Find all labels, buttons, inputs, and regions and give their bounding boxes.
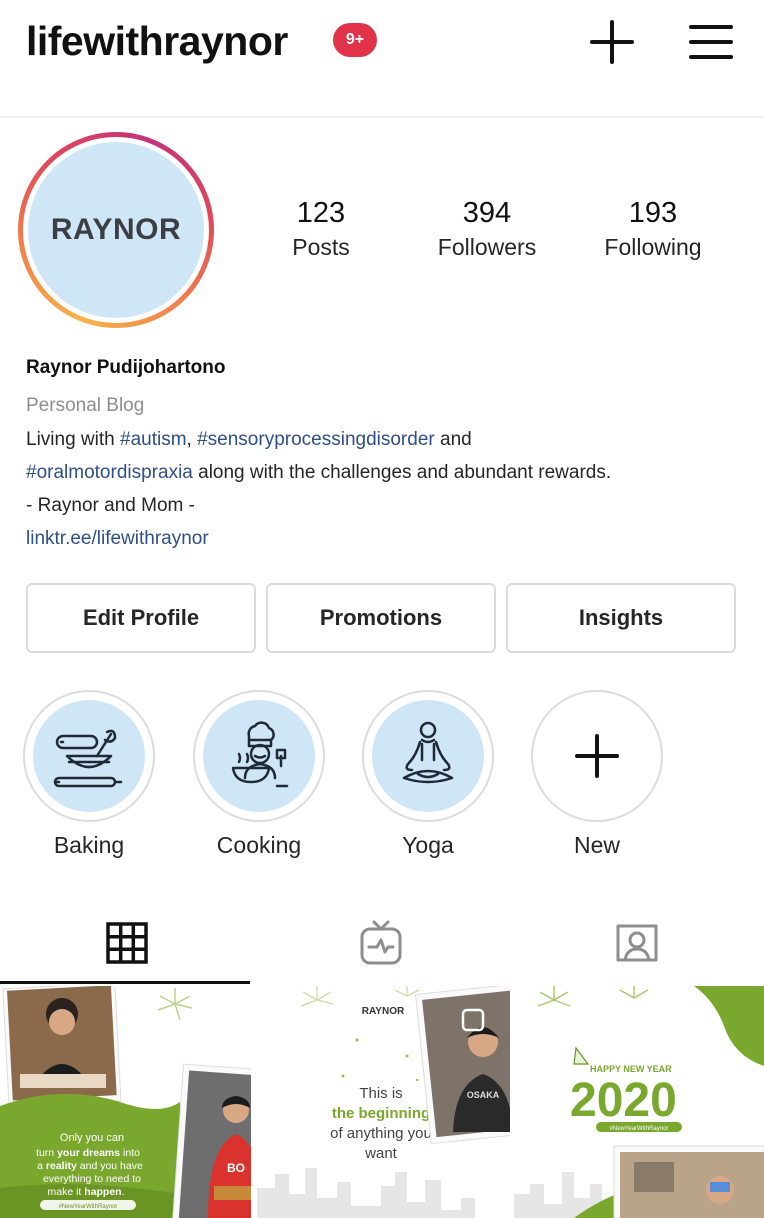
- avatar-logo-text: RAYNOR: [50, 213, 182, 246]
- tab-tagged[interactable]: [510, 902, 764, 984]
- bio-text: along with the challenges and abundant r…: [192, 462, 612, 483]
- bio-website-link[interactable]: linktr.ee/lifewithraynor: [26, 522, 209, 555]
- bio-signature: - Raynor and Mom -: [26, 495, 195, 516]
- baking-icon: [53, 729, 123, 788]
- post-text: .: [122, 1186, 125, 1198]
- tagged-icon: [616, 924, 658, 962]
- top-bar: lifewithraynor 9+: [0, 0, 764, 118]
- bio-text: ,: [186, 429, 198, 450]
- post-text: make it: [47, 1186, 84, 1198]
- svg-text:make it happen.: make it happen.: [47, 1186, 124, 1198]
- post-text: turn: [36, 1147, 57, 1159]
- following-count[interactable]: 193 Following: [578, 197, 728, 261]
- post-text: of anything you: [330, 1125, 432, 1142]
- stat-label: Posts: [292, 234, 350, 260]
- bio-line-1: Living with #autism, #sensoryprocessingd…: [26, 423, 746, 456]
- tab-igtv[interactable]: [254, 902, 508, 984]
- post-hashtag: #NewYearWithRaynor: [59, 1204, 118, 1210]
- followers-count[interactable]: 394 Followers: [412, 197, 562, 261]
- post-thumbnail-1[interactable]: Only you can turn your dreams into a rea…: [0, 986, 251, 1218]
- stat-number: 394: [462, 197, 512, 229]
- svg-text:a reality and you have: a reality and you have: [37, 1160, 143, 1172]
- post-brand: RAYNOR: [362, 1006, 405, 1017]
- stat-label: Following: [604, 234, 702, 260]
- highlight-new[interactable]: New: [530, 690, 664, 859]
- bio-text: and: [434, 429, 472, 450]
- highlight-label: New: [573, 832, 620, 858]
- hashtag-link[interactable]: #oralmotordispraxia: [26, 462, 193, 483]
- highlight-label: Yoga: [402, 832, 454, 858]
- bio-text: Living with: [26, 429, 120, 450]
- stat-number: 193: [628, 197, 678, 229]
- notification-badge[interactable]: 9+: [333, 23, 377, 57]
- plus-icon: [575, 734, 619, 778]
- tab-grid[interactable]: [0, 902, 254, 984]
- post-text: the beginning: [332, 1105, 430, 1122]
- svg-text:turn your dreams into: turn your dreams into: [36, 1147, 140, 1159]
- profile-avatar[interactable]: RAYNOR: [18, 132, 214, 328]
- new-post-button[interactable]: [588, 18, 636, 66]
- hashtag-link[interactable]: #sensoryprocessingdisorder: [197, 429, 435, 450]
- posts-count[interactable]: 123 Posts: [246, 197, 396, 261]
- post-text: everything to need to: [43, 1173, 141, 1185]
- highlight-label: Baking: [53, 832, 125, 858]
- profile-username[interactable]: lifewithraynor: [26, 18, 288, 65]
- post-text: OSAKA: [467, 1090, 500, 1100]
- bio-line-2: #oralmotordispraxia along with the chall…: [26, 456, 746, 489]
- post-text: want: [364, 1145, 398, 1162]
- post-text: into: [120, 1147, 140, 1159]
- post-text: happen: [84, 1186, 121, 1198]
- post-text: a: [37, 1160, 46, 1172]
- post-text: 2020: [570, 1074, 677, 1127]
- highlight-baking[interactable]: Baking: [22, 690, 156, 859]
- post-thumbnail-3[interactable]: HAPPY NEW YEAR 2020 #NewYearWithRaynor: [514, 986, 764, 1218]
- insights-button[interactable]: Insights: [506, 583, 736, 653]
- stat-label: Followers: [437, 234, 537, 260]
- igtv-icon: [360, 920, 402, 965]
- grid-icon: [106, 922, 148, 964]
- hashtag-link[interactable]: #autism: [120, 429, 187, 450]
- post-text: and you have: [77, 1160, 143, 1172]
- yoga-icon: [402, 721, 454, 784]
- promotions-button[interactable]: Promotions: [266, 583, 496, 653]
- active-tab-indicator: [0, 981, 250, 984]
- edit-profile-button[interactable]: Edit Profile: [26, 583, 256, 653]
- post-hashtag: #NewYearWithRaynor: [610, 1126, 669, 1132]
- highlight-yoga[interactable]: Yoga: [361, 690, 495, 859]
- profile-category: Personal Blog: [26, 395, 145, 416]
- post-text: Only you can: [60, 1132, 124, 1144]
- highlight-label: Cooking: [216, 832, 302, 858]
- post-text: reality: [46, 1160, 77, 1172]
- plus-icon: [590, 20, 634, 64]
- post-text: your dreams: [57, 1147, 120, 1159]
- highlight-cooking[interactable]: Cooking: [192, 690, 326, 859]
- post-text: BO: [227, 1161, 245, 1175]
- post-thumbnail-2[interactable]: RAYNOR This is the beginning of anything…: [257, 986, 510, 1218]
- chef-icon: [231, 721, 289, 788]
- profile-full-name: Raynor Pudijohartono: [26, 357, 226, 378]
- post-text: This is: [359, 1085, 402, 1102]
- stat-number: 123: [296, 197, 346, 229]
- post-text: HAPPY NEW YEAR: [590, 1064, 672, 1074]
- profile-bio: Raynor Pudijohartono Personal Blog Livin…: [26, 353, 746, 555]
- menu-icon: [689, 25, 733, 59]
- menu-button[interactable]: [687, 18, 735, 66]
